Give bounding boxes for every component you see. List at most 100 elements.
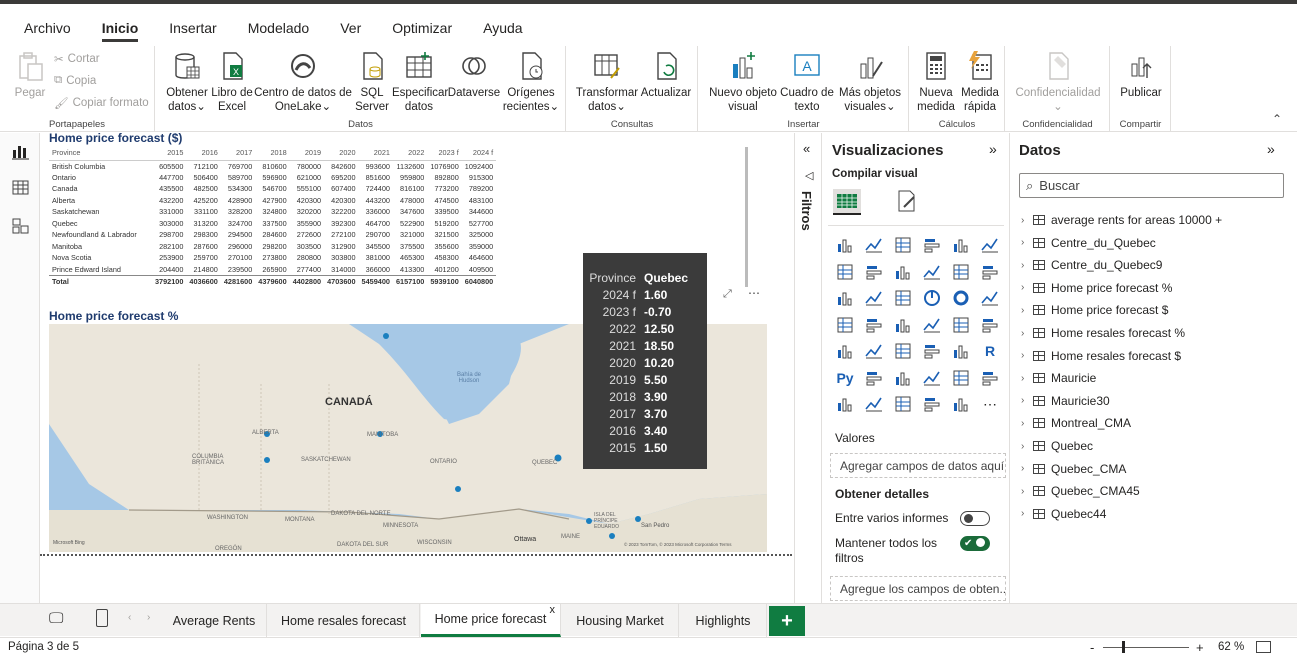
shape-map-icon[interactable] <box>893 315 913 335</box>
column-header[interactable]: 2018 <box>255 146 290 161</box>
paginated-report-icon[interactable] <box>835 394 855 414</box>
libro-excel-button[interactable]: X Libro de Excel <box>211 50 253 114</box>
column-header[interactable]: 2016 <box>186 146 221 161</box>
data-table-item[interactable]: › Quebec_CMA <box>1021 460 1126 478</box>
decomposition-tree-icon[interactable] <box>893 368 913 388</box>
data-table-item[interactable]: › Mauricie30 <box>1021 392 1110 410</box>
clustered-column-icon[interactable] <box>922 235 942 255</box>
onelake-button[interactable]: Centro de datos de OneLake⌄ <box>254 50 352 114</box>
column-header[interactable]: 2021 <box>358 146 393 161</box>
dataverse-button[interactable]: Dataverse <box>446 50 502 100</box>
collapse-viz-icon[interactable]: » <box>989 141 997 157</box>
obtener-datos-button[interactable]: Obtener datos⌄ <box>164 50 210 114</box>
table-row[interactable]: Alberta 432200 425200 428900 427900 420300 420… <box>49 195 496 207</box>
menu-archivo[interactable]: Archivo <box>24 14 71 42</box>
filters-pane-collapsed[interactable]: « ◁ Filtros <box>794 133 822 603</box>
data-table-item[interactable]: › Mauricie <box>1021 369 1096 387</box>
donut-icon[interactable] <box>951 288 971 308</box>
chevron-right-icon[interactable]: › <box>1021 508 1033 519</box>
search-input[interactable]: ⌕ Buscar <box>1019 173 1284 198</box>
medida-rapida-button[interactable]: Medida rápida <box>958 50 1002 114</box>
table-scrollbar[interactable] <box>745 147 748 287</box>
tab-housing-market[interactable]: Housing Market <box>562 604 679 637</box>
column-header[interactable]: 2019 <box>289 146 325 161</box>
copiar-formato-button[interactable]: 🖌 Copiar formato <box>54 96 149 110</box>
table-row[interactable]: Ontario 447700 506400 589700 596900 621000 695… <box>49 172 496 184</box>
especificar-datos-button[interactable]: Especificar datos <box>392 50 448 114</box>
mas-objetos-visuales-button[interactable]: Más objetos visuales⌄ <box>835 50 905 114</box>
zoom-in-button[interactable]: + <box>1196 640 1204 655</box>
data-table-item[interactable]: › Quebec <box>1021 437 1093 455</box>
table-row[interactable]: Saskatchewan 331000 331100 328200 324800 3202… <box>49 206 496 218</box>
table-row[interactable]: Prince Edward Island 204400 214800 239500 26… <box>49 264 496 276</box>
scatter-icon[interactable] <box>893 288 913 308</box>
menu-optimizar[interactable]: Optimizar <box>392 14 452 42</box>
chevron-right-icon[interactable]: › <box>1021 215 1033 226</box>
waterfall-icon[interactable] <box>835 288 855 308</box>
data-table-item[interactable]: › Montreal_CMA <box>1021 414 1131 432</box>
menu-modelado[interactable]: Modelado <box>248 14 310 42</box>
add-page-button[interactable]: + <box>769 606 805 636</box>
column-header[interactable]: 2015 <box>152 146 187 161</box>
data-table-item[interactable]: › Home resales forecast $ <box>1021 347 1181 365</box>
table-row[interactable]: Manitoba 282100 287600 296000 298200 303500 31… <box>49 241 496 253</box>
confidencialidad-button[interactable]: Confidencialidad ⌄ <box>1010 50 1106 114</box>
pegar-button[interactable]: Pegar <box>10 50 50 100</box>
slicer-icon[interactable] <box>893 341 913 361</box>
key-influencers-icon[interactable] <box>864 368 884 388</box>
table-visual-icon[interactable] <box>922 341 942 361</box>
zoom-out-button[interactable]: - <box>1090 640 1094 655</box>
clustered-bar-icon[interactable] <box>893 235 913 255</box>
100-bar-icon[interactable] <box>951 235 971 255</box>
treemap-icon[interactable] <box>980 288 1000 308</box>
column-header[interactable]: 2024 f <box>461 146 497 161</box>
price-forecast-table[interactable]: Province 2015 2016 2017 2018 2019 2020 2021 2022… <box>49 146 497 287</box>
zoom-slider[interactable] <box>1103 647 1189 648</box>
chevron-right-icon[interactable]: › <box>1021 441 1033 452</box>
mobile-layout-icon[interactable] <box>96 609 108 627</box>
close-tab-icon[interactable]: x <box>550 604 556 616</box>
format-visual-tab[interactable] <box>895 189 919 216</box>
actualizar-button[interactable]: Actualizar <box>639 50 693 100</box>
build-visual-tab[interactable] <box>833 189 861 215</box>
tab-home-price-forecast[interactable]: Home price forecast x <box>421 604 561 637</box>
more-icon[interactable]: ⋯ <box>980 394 1000 414</box>
menu-ayuda[interactable]: Ayuda <box>483 14 522 42</box>
data-table-item[interactable]: › Quebec_CMA45 <box>1021 482 1140 500</box>
matrix-icon[interactable] <box>951 341 971 361</box>
chevron-right-icon[interactable]: › <box>1021 418 1033 429</box>
chevron-right-icon[interactable]: › <box>1021 282 1033 293</box>
chevron-right-icon[interactable]: › <box>1021 260 1033 271</box>
table-row[interactable]: Nova Scotia 253900 259700 270100 273800 28080… <box>49 252 496 264</box>
pie-icon[interactable] <box>922 288 942 308</box>
report-view-icon[interactable] <box>12 143 29 160</box>
data-table-item[interactable]: › Home price forecast % <box>1021 279 1172 297</box>
table-row[interactable]: Quebec 303000 313200 324700 337500 355900 3923… <box>49 218 496 230</box>
r-visual-icon[interactable]: R <box>980 341 1000 361</box>
chevrons-icon[interactable] <box>951 394 971 414</box>
valores-drop-field[interactable]: Agregar campos de datos aquí <box>830 453 1006 478</box>
menu-ver[interactable]: Ver <box>340 14 361 42</box>
sql-server-button[interactable]: SQL Server <box>352 50 392 114</box>
data-table-item[interactable]: › Quebec44 <box>1021 505 1106 523</box>
cuadro-texto-button[interactable]: A Cuadro de texto <box>777 50 837 114</box>
column-header[interactable]: Province <box>49 146 152 161</box>
detalles-drop-field[interactable]: Agregue los campos de obten... <box>830 576 1006 601</box>
table-view-icon[interactable] <box>12 179 29 196</box>
transformar-datos-button[interactable]: Transformar datos⌄ <box>573 50 641 114</box>
chevron-right-icon[interactable]: › <box>1021 305 1033 316</box>
publicar-button[interactable]: Publicar <box>1117 50 1165 100</box>
data-table-item[interactable]: › average rents for areas 10000 + <box>1021 211 1222 229</box>
narrative-icon[interactable] <box>951 368 971 388</box>
tab-highlights[interactable]: Highlights <box>680 604 767 637</box>
python-visual-icon[interactable]: Py <box>835 368 855 388</box>
chevron-right-icon[interactable]: › <box>1021 373 1033 384</box>
card-icon[interactable] <box>980 315 1000 335</box>
mantener-filtros-toggle[interactable]: ✔ <box>960 536 990 551</box>
gauge-icon[interactable] <box>951 315 971 335</box>
tab-average-rents[interactable]: Average Rents <box>162 604 267 637</box>
power-apps-icon[interactable] <box>864 394 884 414</box>
funnel-icon[interactable] <box>864 288 884 308</box>
diamond-icon[interactable] <box>922 394 942 414</box>
prev-page-icon[interactable]: ‹ <box>128 612 131 623</box>
